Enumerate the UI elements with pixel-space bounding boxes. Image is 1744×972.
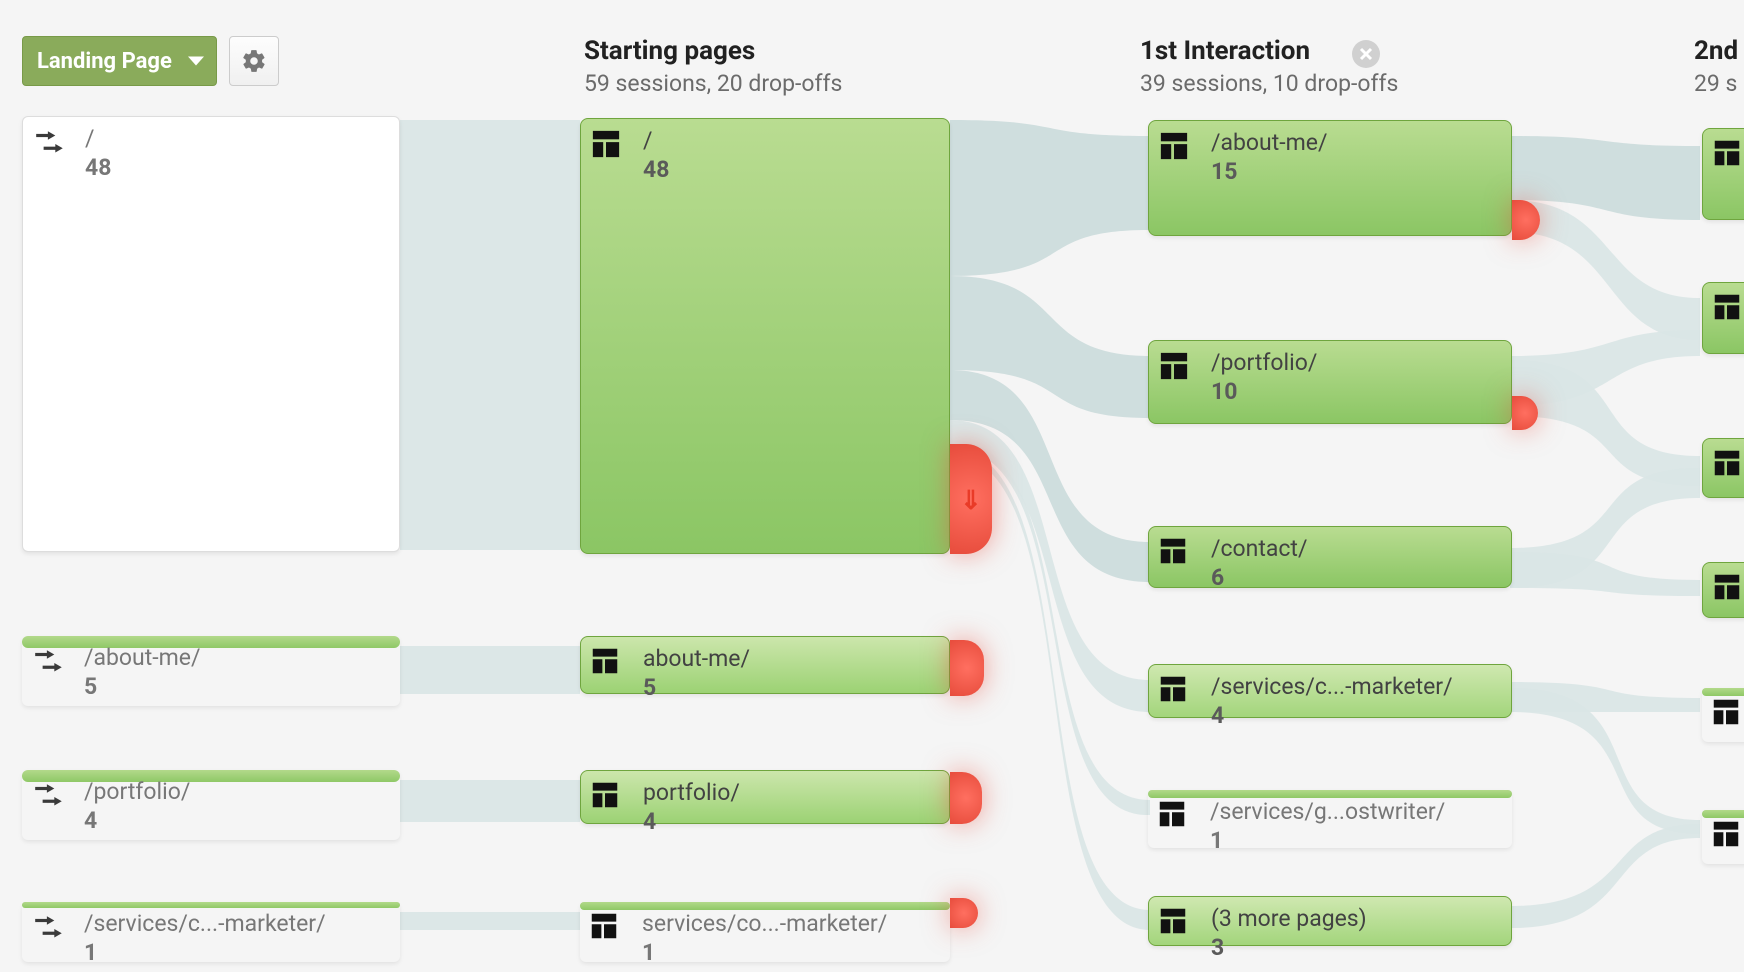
node-path: /services/g...ostwriter/ (1210, 798, 1498, 825)
start-node[interactable]: about-me/ 5 (580, 636, 950, 694)
node-count: 5 (84, 673, 386, 700)
interaction-node[interactable]: /services/c...-marketer/ 4 (1148, 664, 1512, 718)
node-count: 1 (84, 939, 386, 966)
landing-node[interactable]: / 48 (22, 116, 400, 552)
column-subtitle: 39 sessions, 10 drop-offs (1140, 70, 1398, 97)
dimension-select[interactable]: Landing Page (22, 36, 217, 86)
dropoff-indicator[interactable] (950, 898, 978, 928)
page-icon (1158, 800, 1186, 832)
interaction-node[interactable] (1702, 688, 1744, 742)
interaction-node[interactable] (1702, 282, 1744, 354)
node-count: 5 (643, 674, 935, 701)
node-count: 6 (1211, 564, 1497, 591)
page-icon (1159, 907, 1187, 939)
page-icon (1159, 675, 1187, 707)
page-icon (1712, 698, 1740, 730)
interaction-node[interactable]: /contact/ 6 (1148, 526, 1512, 588)
node-path: portfolio/ (643, 779, 935, 806)
node-count: 4 (643, 808, 935, 835)
start-node[interactable]: portfolio/ 4 (580, 770, 950, 824)
page-icon (1713, 449, 1741, 481)
entry-icon (32, 646, 66, 684)
dropoff-indicator[interactable] (950, 640, 984, 696)
gear-icon (241, 48, 267, 74)
interaction-node[interactable]: /services/g...ostwriter/ 1 (1148, 790, 1512, 848)
page-icon (1159, 351, 1189, 385)
dropoff-indicator[interactable] (950, 772, 982, 824)
node-count: 1 (642, 939, 936, 966)
node-path: /about-me/ (1211, 129, 1497, 156)
node-path: /about-me/ (84, 644, 386, 671)
page-icon (1713, 573, 1741, 605)
entry-icon (32, 912, 66, 950)
node-count: 48 (643, 156, 935, 183)
interaction-node[interactable] (1702, 128, 1744, 220)
node-path: /services/c...-marketer/ (1211, 673, 1497, 700)
interaction-node[interactable]: /about-me/ 15 (1148, 120, 1512, 236)
node-count: 15 (1211, 158, 1497, 185)
remove-column-button[interactable] (1352, 40, 1380, 68)
node-path: services/co...-marketer/ (642, 910, 936, 937)
node-path: (3 more pages) (1211, 905, 1497, 932)
node-path: / (643, 127, 935, 154)
column-header-start: Starting pages 59 sessions, 20 drop-offs (584, 36, 842, 97)
dropoff-arrow-icon: ⇓ (960, 486, 982, 516)
interaction-node[interactable] (1702, 562, 1744, 618)
node-path: about-me/ (643, 645, 935, 672)
node-path: / (85, 125, 385, 152)
node-count: 10 (1211, 378, 1497, 405)
node-path: /contact/ (1211, 535, 1497, 562)
node-count: 4 (1211, 702, 1497, 729)
page-icon (591, 781, 619, 813)
node-path: /services/c...-marketer/ (84, 910, 386, 937)
landing-node[interactable]: /portfolio/ 4 (22, 770, 400, 840)
node-count: 3 (1211, 934, 1497, 961)
page-icon (1159, 537, 1187, 569)
interaction-node[interactable] (1702, 438, 1744, 498)
node-count: 1 (1210, 827, 1498, 854)
dropoff-indicator[interactable] (1512, 200, 1540, 240)
node-path: /portfolio/ (84, 778, 386, 805)
column-subtitle: 29 s (1694, 70, 1738, 97)
node-count: 4 (84, 807, 386, 834)
dimension-select-label: Landing Page (37, 49, 172, 74)
start-node[interactable]: / 48 (580, 118, 950, 554)
column-title: 2nd (1694, 36, 1738, 66)
chevron-down-icon (188, 57, 204, 66)
column-header-second: 2nd 29 s (1694, 36, 1738, 97)
page-icon (591, 129, 621, 163)
page-icon (1713, 139, 1741, 171)
page-icon (1712, 820, 1740, 852)
page-icon (591, 647, 619, 679)
interaction-node[interactable]: /portfolio/ 10 (1148, 340, 1512, 424)
column-title: Starting pages (584, 36, 842, 66)
node-count: 48 (85, 154, 385, 181)
dropoff-indicator[interactable] (1512, 396, 1538, 430)
column-subtitle: 59 sessions, 20 drop-offs (584, 70, 842, 97)
page-icon (590, 912, 618, 944)
settings-button[interactable] (229, 36, 279, 86)
entry-icon (33, 127, 67, 165)
landing-node[interactable]: /about-me/ 5 (22, 636, 400, 706)
start-node[interactable]: services/co...-marketer/ 1 (580, 902, 950, 962)
landing-node[interactable]: /services/c...-marketer/ 1 (22, 902, 400, 962)
interaction-node-more[interactable]: (3 more pages) 3 (1148, 896, 1512, 946)
entry-icon (32, 780, 66, 818)
page-icon (1159, 131, 1189, 165)
page-icon (1713, 293, 1741, 325)
node-path: /portfolio/ (1211, 349, 1497, 376)
interaction-node[interactable] (1702, 810, 1744, 864)
close-icon (1359, 47, 1373, 61)
